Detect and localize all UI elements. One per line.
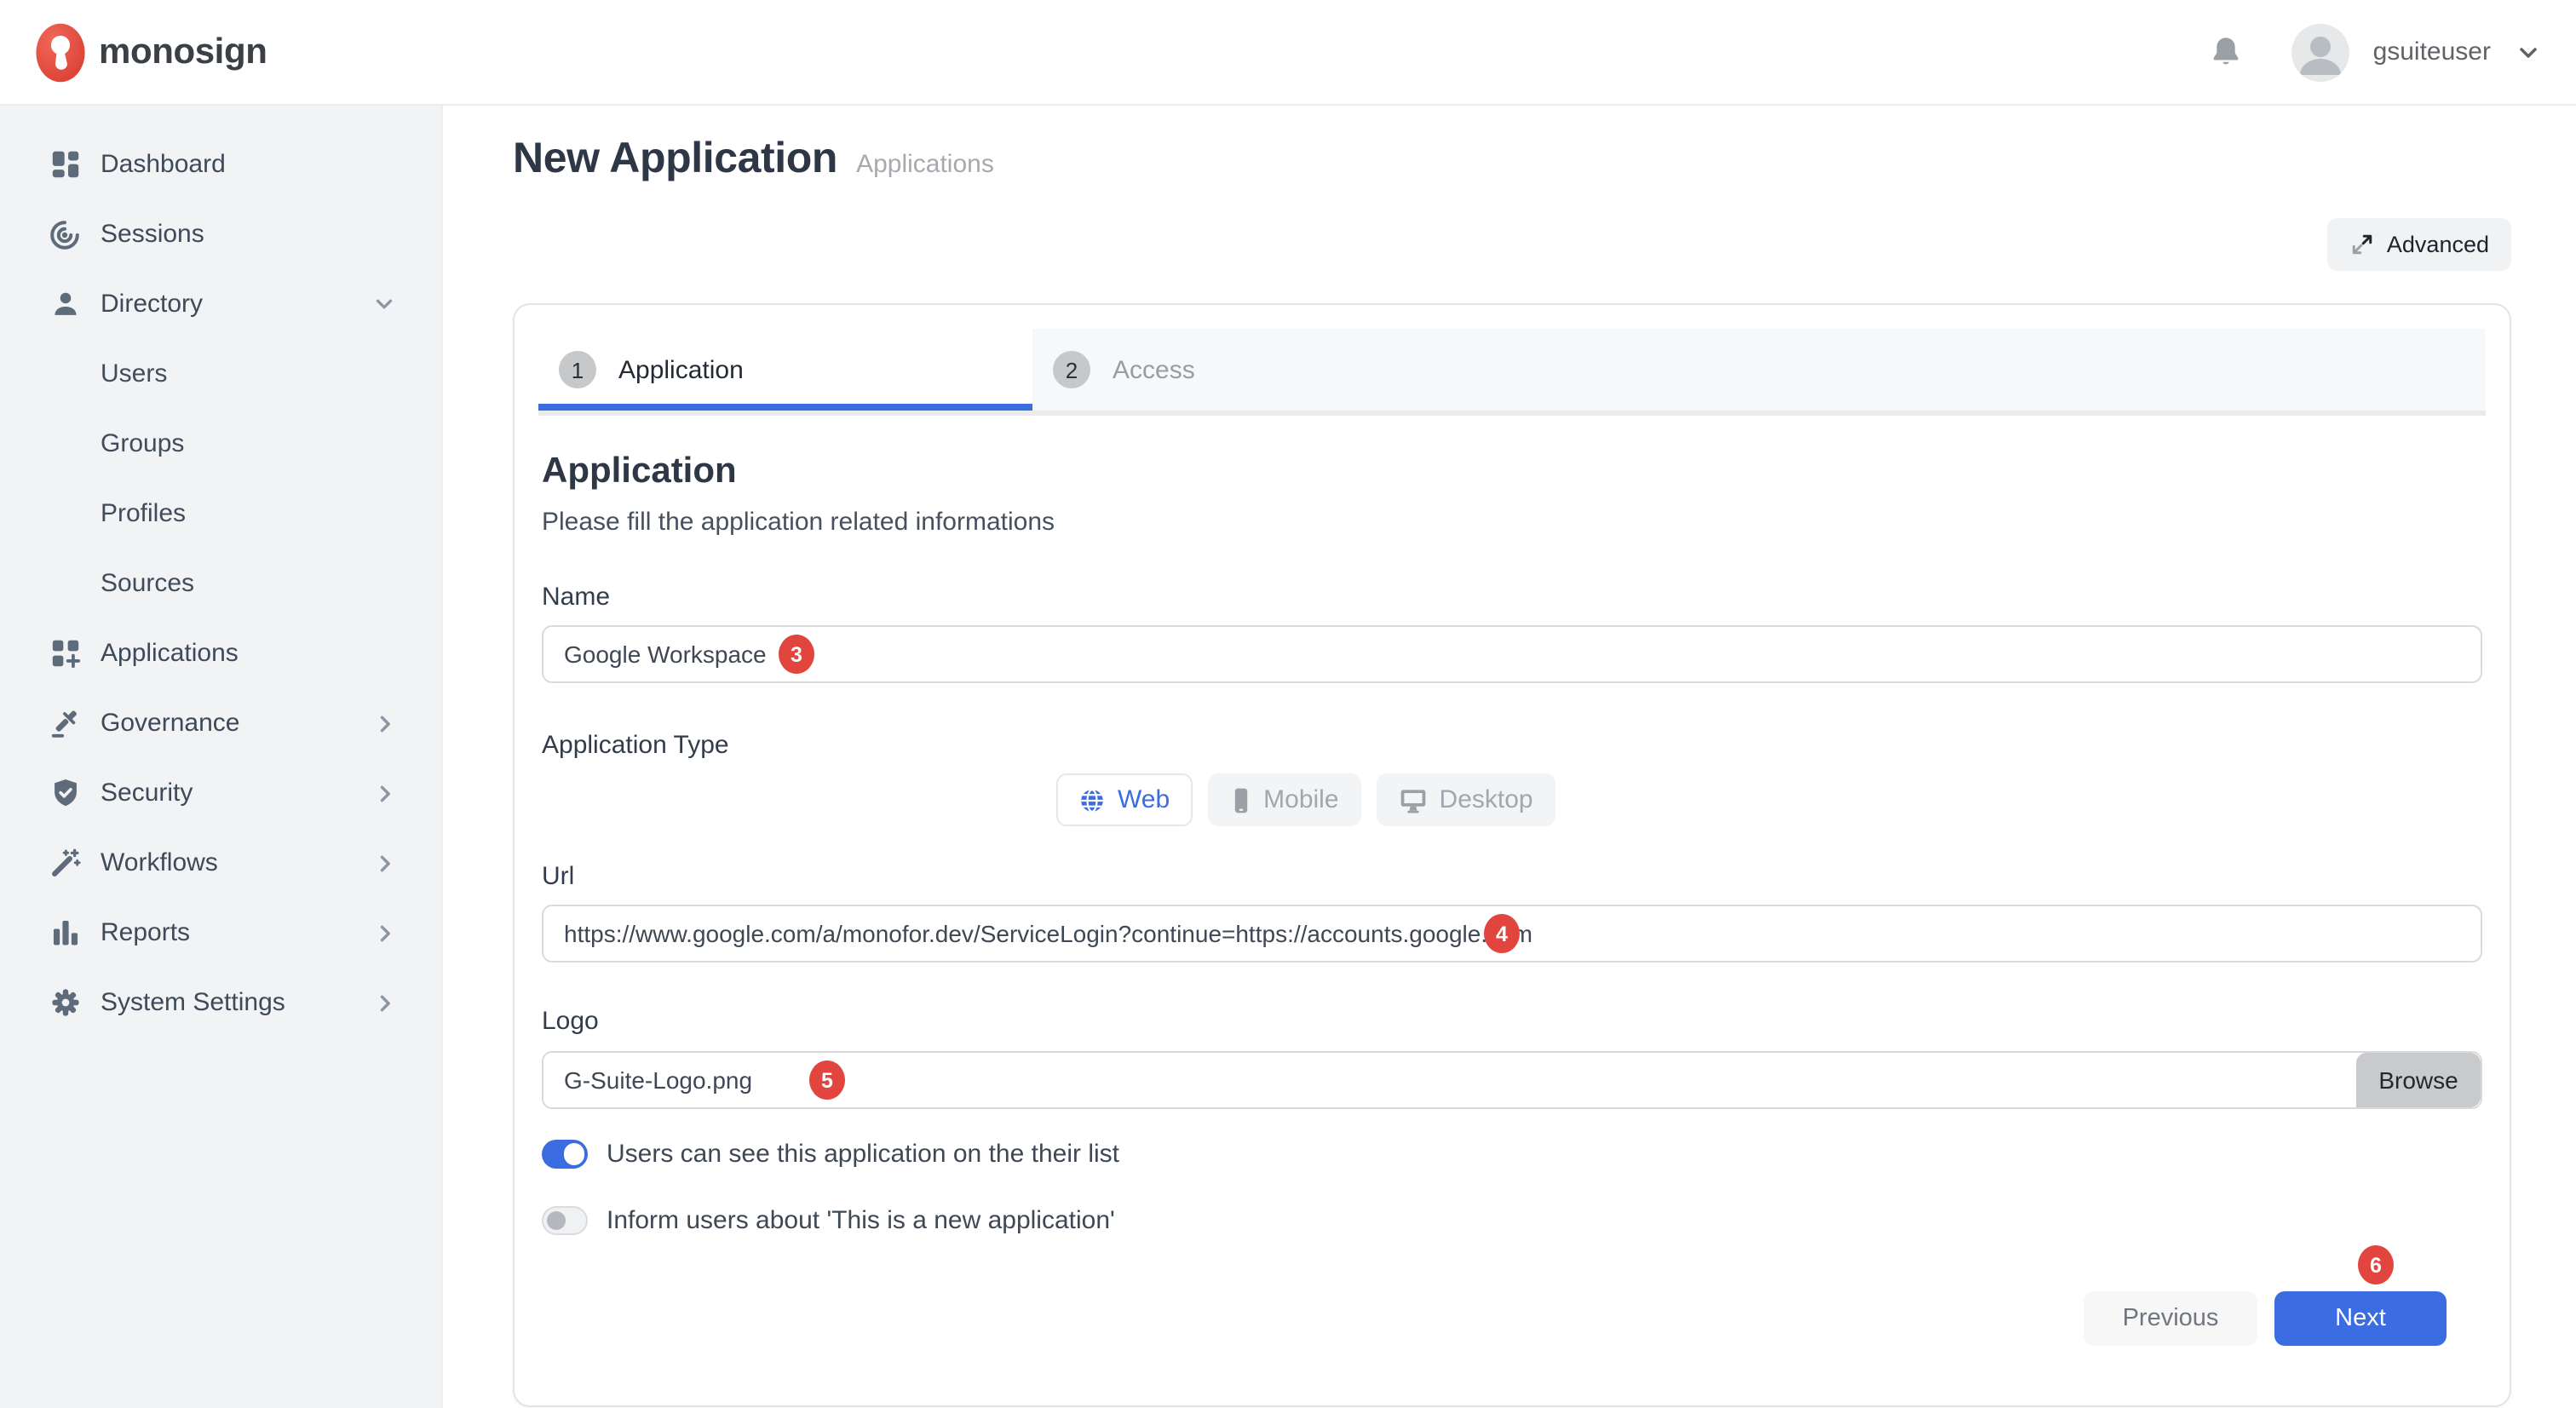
sidebar-item-users[interactable]: Users [0,339,441,409]
type-option-web[interactable]: Web [1056,773,1192,826]
sidebar-item-sources[interactable]: Sources [0,549,441,618]
breadcrumb: Applications [856,150,994,179]
chevron-right-icon [373,851,397,875]
mobile-icon [1229,786,1251,813]
tabs-divider [538,411,2486,416]
sessions-icon [48,217,82,251]
main-content: New Application Applications Advanced [443,106,2576,1408]
brand-name: monosign [99,32,267,72]
tab-access[interactable]: 2 Access [1032,329,2486,411]
sidebar-item-sessions[interactable]: Sessions [0,199,441,269]
dashboard-icon [48,147,82,181]
sidebar-item-profiles[interactable]: Profiles [0,479,441,549]
globe-icon [1078,786,1106,813]
desktop-icon [1399,786,1428,813]
application-type-label: Application Type [542,731,2482,760]
sidebar-item-label: Users [101,359,167,388]
tab-application[interactable]: 1 Application [538,329,1032,411]
annotation-badge-5: 5 [809,1060,845,1100]
gear-icon [48,986,82,1020]
sidebar-item-label: Groups [101,429,184,458]
sidebar-item-reports[interactable]: Reports [0,898,441,968]
name-label: Name [542,583,2482,612]
annotation-badge-6: 6 [2358,1245,2394,1284]
toggle-label: Users can see this application on the th… [607,1140,1119,1169]
chevron-right-icon [373,781,397,805]
annotation-badge-3: 3 [779,635,814,674]
sidebar-item-label: Profiles [101,499,186,528]
page-header: New Application Applications [513,135,2511,184]
tab-label: Application [618,355,744,384]
chevron-right-icon [373,711,397,735]
sidebar-item-label: Directory [101,290,203,319]
sidebar-item-directory[interactable]: Directory [0,269,441,339]
name-input[interactable] [542,625,2482,683]
sidebar-item-groups[interactable]: Groups [0,409,441,479]
bell-icon[interactable] [2208,34,2244,70]
sidebar-item-security[interactable]: Security [0,758,441,828]
chevron-down-icon [371,291,397,317]
bar-chart-icon [48,916,82,950]
top-header: monosign gsuiteuser [0,0,2576,106]
username[interactable]: gsuiteuser [2373,37,2491,66]
previous-button[interactable]: Previous [2084,1291,2257,1346]
sidebar-item-label: Sessions [101,220,204,249]
sidebar-item-workflows[interactable]: Workflows [0,828,441,898]
advanced-button[interactable]: Advanced [2327,218,2511,271]
step-number: 2 [1053,351,1090,388]
toggle-visible-to-users[interactable] [542,1141,588,1169]
sidebar-item-dashboard[interactable]: Dashboard [0,129,441,199]
sidebar-item-system-settings[interactable]: System Settings [0,968,441,1037]
browse-button[interactable]: Browse [2356,1053,2481,1107]
wizard-footer: 6 Previous Next [542,1291,2482,1346]
sidebar-item-applications[interactable]: Applications [0,618,441,688]
next-button[interactable]: Next [2274,1291,2447,1346]
chevron-right-icon [373,991,397,1014]
application-type-options: Web Mobile [1056,773,2482,826]
toggle-inform-users[interactable] [542,1207,588,1235]
sidebar-item-label: Reports [101,918,190,947]
section-heading: Application [542,451,2482,492]
shield-check-icon [48,776,82,810]
section-subheading: Please fill the application related info… [542,508,2482,537]
directory-icon [48,287,82,321]
sidebar: Dashboard Sessions Directory [0,106,443,1408]
chevron-right-icon [373,921,397,945]
chevron-down-icon[interactable] [2515,38,2542,66]
url-label: Url [542,862,2482,891]
sidebar-item-governance[interactable]: Governance [0,688,441,758]
type-option-desktop[interactable]: Desktop [1377,773,1555,826]
app-window: monosign gsuiteuser [0,0,2576,1408]
step-number: 1 [559,351,596,388]
page-title: New Application [513,135,837,184]
expand-icon [2349,232,2375,257]
sidebar-item-label: Security [101,779,193,807]
sidebar-item-label: Governance [101,709,239,738]
sidebar-item-label: System Settings [101,988,285,1017]
tab-label: Access [1113,355,1195,384]
sidebar-item-label: Sources [101,569,194,598]
new-application-card: 1 Application 2 Access Application Pleas… [513,303,2511,1407]
wizard-tabs: 1 Application 2 Access [538,329,2486,411]
sidebar-item-label: Applications [101,639,239,668]
brand-logo[interactable]: monosign [0,21,267,83]
toggle-label: Inform users about 'This is a new applic… [607,1206,1115,1235]
governance-icon [48,706,82,740]
annotation-badge-4: 4 [1484,914,1520,953]
applications-icon [48,636,82,670]
type-option-mobile[interactable]: Mobile [1207,773,1360,826]
sidebar-item-label: Workflows [101,848,218,877]
magic-wand-icon [48,846,82,880]
logo-label: Logo [542,1007,2482,1036]
sidebar-item-label: Dashboard [101,150,226,179]
monosign-logo-icon [34,21,87,83]
avatar[interactable] [2291,23,2349,81]
